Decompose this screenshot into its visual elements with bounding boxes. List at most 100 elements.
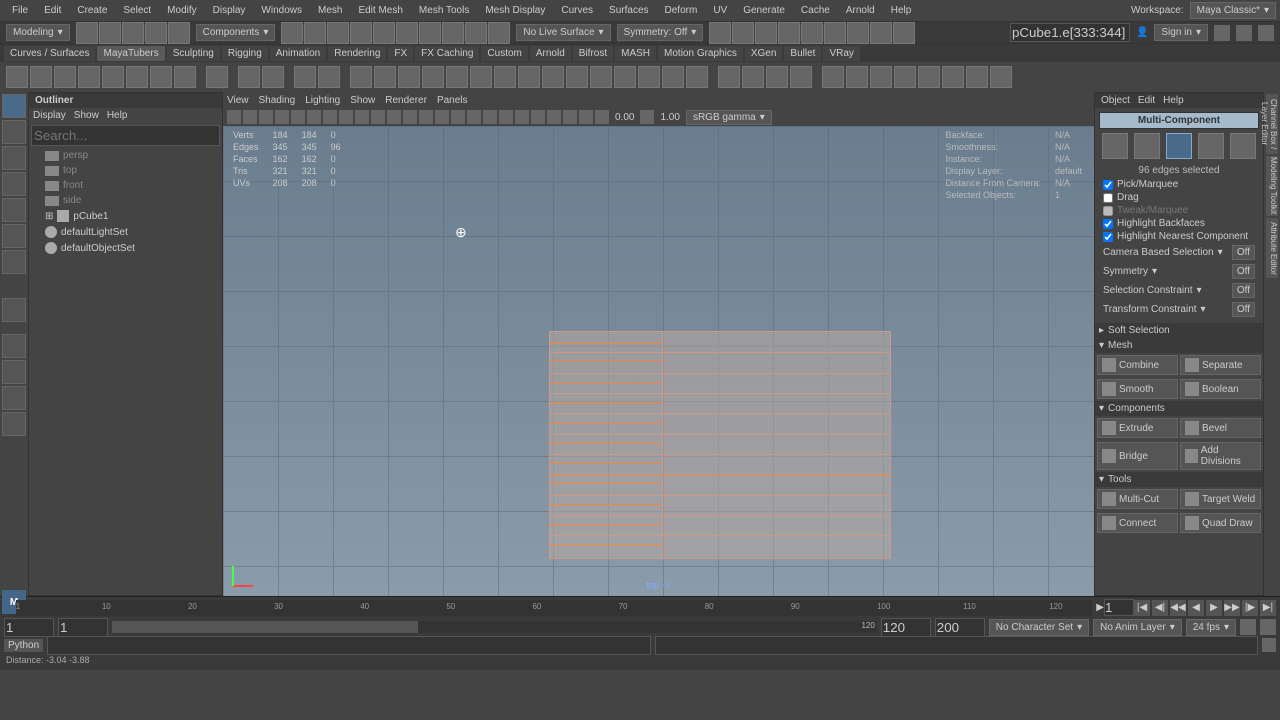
vp-dof-icon[interactable] <box>531 110 545 124</box>
vp-xray-joints-icon[interactable] <box>579 110 593 124</box>
shelf-soften-icon[interactable] <box>662 66 684 88</box>
separate-button[interactable]: Separate <box>1180 355 1261 375</box>
next-key-button[interactable]: |▶ <box>1242 600 1258 616</box>
shelf-tab-fxcaching[interactable]: FX Caching <box>415 46 479 61</box>
vp-xray-icon[interactable] <box>563 110 577 124</box>
outliner-menu-show[interactable]: Show <box>74 110 99 121</box>
shelf-bool-diff-icon[interactable] <box>846 66 868 88</box>
paint-select-tool[interactable] <box>2 146 26 170</box>
menu-editmesh[interactable]: Edit Mesh <box>350 3 410 18</box>
playblast-icon[interactable] <box>870 22 892 44</box>
selection-field[interactable] <box>1010 23 1130 42</box>
vp-menu-lighting[interactable]: Lighting <box>305 95 340 106</box>
vp-isolate-icon[interactable] <box>547 110 561 124</box>
shelf-bridge-icon[interactable] <box>446 66 468 88</box>
tab-modeling-toolkit[interactable]: Modeling Toolkit <box>1266 156 1278 216</box>
ipr-icon[interactable] <box>755 22 777 44</box>
renderview-icon[interactable] <box>824 22 846 44</box>
go-start-button[interactable]: |◀ <box>1134 600 1150 616</box>
menu-help[interactable]: Help <box>883 3 920 18</box>
vp-shaded-icon[interactable] <box>419 110 433 124</box>
sel-mask-icon[interactable] <box>281 22 303 44</box>
menu-cache[interactable]: Cache <box>793 3 838 18</box>
chevron-down-icon[interactable]: ▾ <box>1201 304 1206 315</box>
sel-constraint-dropdown[interactable]: Off <box>1232 283 1255 298</box>
menu-mesh[interactable]: Mesh <box>310 3 350 18</box>
selectionmode-dropdown[interactable]: Components <box>196 24 276 41</box>
hypershade-icon[interactable] <box>801 22 823 44</box>
save-scene-icon[interactable] <box>122 22 144 44</box>
connect-button[interactable]: Connect <box>1097 513 1178 533</box>
vp-grid-icon[interactable] <box>307 110 321 124</box>
autokey-icon[interactable] <box>1240 619 1256 635</box>
charset-dropdown[interactable]: No Character Set <box>989 619 1089 636</box>
shelf-poly-pyramid-icon[interactable] <box>150 66 172 88</box>
menu-meshdisplay[interactable]: Mesh Display <box>477 3 553 18</box>
shelf-insert-edge-icon[interactable] <box>518 66 540 88</box>
menu-meshtools[interactable]: Mesh Tools <box>411 3 477 18</box>
vp-menu-shading[interactable]: Shading <box>259 95 296 106</box>
sel-edge-icon[interactable] <box>327 22 349 44</box>
vp-safe-action-icon[interactable] <box>371 110 385 124</box>
outliner-item-top[interactable]: top <box>29 163 222 178</box>
edgemode-button[interactable] <box>1166 133 1192 159</box>
vp-wireframe-icon[interactable] <box>403 110 417 124</box>
vp-shadows-icon[interactable] <box>467 110 481 124</box>
play-end-field[interactable] <box>881 618 931 637</box>
redo-icon[interactable] <box>168 22 190 44</box>
vp-aa-icon[interactable] <box>499 110 513 124</box>
panel-layout-icon[interactable] <box>893 22 915 44</box>
shelf-poly-sphere-icon[interactable] <box>30 66 52 88</box>
shelf-tab-bullet[interactable]: Bullet <box>784 46 821 61</box>
menu-create[interactable]: Create <box>69 3 115 18</box>
undo-icon[interactable] <box>145 22 167 44</box>
multi-component-toggle[interactable]: Multi-Component <box>1099 112 1259 129</box>
help-icon[interactable] <box>1258 25 1274 41</box>
shelf-crease-icon[interactable] <box>742 66 764 88</box>
go-end-button[interactable]: ▶| <box>1260 600 1276 616</box>
shelf-merge-icon[interactable] <box>590 66 612 88</box>
shelf-tab-bifrost[interactable]: Bifrost <box>573 46 613 61</box>
shelf-poly-plane-icon[interactable] <box>102 66 124 88</box>
multicut-button[interactable]: Multi-Cut <box>1097 489 1178 509</box>
drag-check[interactable] <box>1103 193 1113 203</box>
chevron-down-icon[interactable]: ▾ <box>1218 247 1223 258</box>
shelf-bool-inter-icon[interactable] <box>870 66 892 88</box>
vp-ao-icon[interactable] <box>483 110 497 124</box>
vp-motion-blur-icon[interactable] <box>515 110 529 124</box>
last-tool[interactable] <box>2 250 26 274</box>
pick-marquee-check[interactable] <box>1103 180 1113 190</box>
vp-gamma-icon[interactable] <box>640 110 654 124</box>
shelf-separate-icon[interactable] <box>374 66 396 88</box>
signin-dropdown[interactable]: Sign in <box>1154 24 1208 41</box>
vp-lights-icon[interactable] <box>451 110 465 124</box>
shelf-poly-disc-icon[interactable] <box>174 66 196 88</box>
tools-group[interactable]: ▾Tools <box>1095 472 1263 487</box>
snap-live-icon[interactable] <box>488 22 510 44</box>
shelf-poly-cube-icon[interactable] <box>6 66 28 88</box>
add-divisions-button[interactable]: Add Divisions <box>1180 442 1261 470</box>
poly-shelf-icon[interactable] <box>2 298 26 322</box>
shelf-poly-torus-icon[interactable] <box>126 66 148 88</box>
vp-safe-title-icon[interactable] <box>387 110 401 124</box>
shelf-svg-icon[interactable] <box>262 66 284 88</box>
shelf-bool-union-icon[interactable] <box>822 66 844 88</box>
workspace-dropdown[interactable]: Maya Classic* <box>1190 2 1276 19</box>
menu-modify[interactable]: Modify <box>159 3 204 18</box>
shelf-tab-fx[interactable]: FX <box>388 46 413 61</box>
shelf-poly-cylinder-icon[interactable] <box>54 66 76 88</box>
sel-vertex-icon[interactable] <box>304 22 326 44</box>
facemode-button[interactable] <box>1198 133 1224 159</box>
snap-point-icon[interactable] <box>442 22 464 44</box>
shelf-tab-mash[interactable]: MASH <box>615 46 656 61</box>
outliner-menu-display[interactable]: Display <box>33 110 66 121</box>
symmetry-dropdown[interactable]: Off <box>1232 264 1255 279</box>
chevron-down-icon[interactable]: ▾ <box>1197 285 1202 296</box>
shelf-poly-cone-icon[interactable] <box>78 66 100 88</box>
rotate-tool[interactable] <box>2 198 26 222</box>
play-back-button[interactable]: ◀ <box>1188 600 1204 616</box>
outliner-item-front[interactable]: front <box>29 178 222 193</box>
mesh-pcube1[interactable] <box>549 331 891 559</box>
xform-constraint-dropdown[interactable]: Off <box>1232 302 1255 317</box>
construction-history-icon[interactable] <box>709 22 731 44</box>
